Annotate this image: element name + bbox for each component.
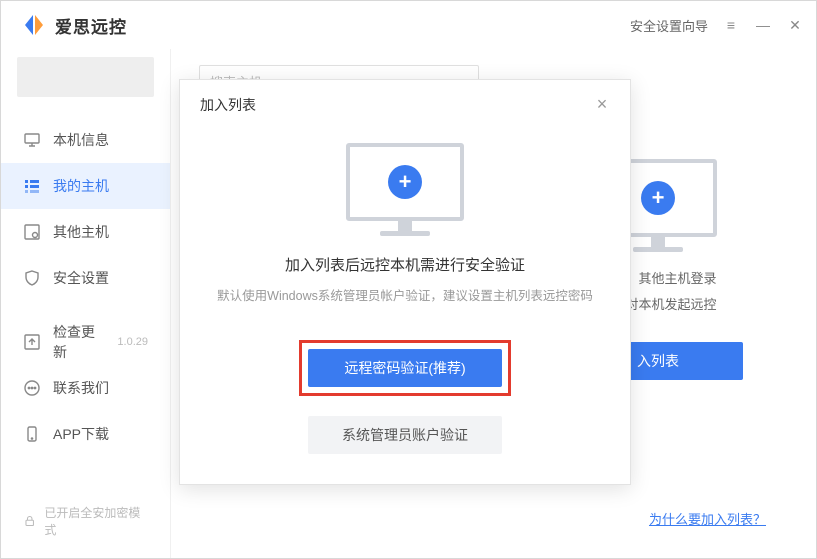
join-list-modal: 加入列表 × + 加入列表后远控本机需进行安全验证 默认使用Windows系统管…	[179, 79, 631, 485]
modal-heading: 加入列表后远控本机需进行安全验证	[210, 254, 600, 275]
phone-icon	[23, 425, 41, 443]
user-block[interactable]	[17, 57, 154, 97]
sidebar-item-local-info[interactable]: 本机信息	[1, 117, 170, 163]
sidebar-item-my-hosts[interactable]: 我的主机	[1, 163, 170, 209]
shield-icon	[23, 269, 41, 287]
system-admin-verify-button[interactable]: 系统管理员账户验证	[308, 416, 502, 454]
list-icon	[23, 177, 41, 195]
sidebar-item-contact[interactable]: 联系我们	[1, 365, 170, 411]
sidebar-item-security[interactable]: 安全设置	[1, 255, 170, 301]
sidebar-item-label: 联系我们	[53, 378, 109, 398]
sidebar-item-other-hosts[interactable]: 其他主机	[1, 209, 170, 255]
brand-text: 爱思远控	[55, 13, 127, 38]
close-button[interactable]: ✕	[786, 17, 804, 34]
grid-icon	[23, 223, 41, 241]
chat-icon	[23, 379, 41, 397]
modal-monitor-graphic: +	[346, 143, 464, 236]
logo-icon	[21, 12, 47, 38]
primary-button-highlight: 远程密码验证(推荐)	[299, 340, 511, 396]
minimize-button[interactable]: —	[754, 17, 772, 33]
encrypt-status: 已开启全安加密模式	[1, 492, 170, 550]
encrypt-label: 已开启全安加密模式	[44, 504, 148, 538]
sidebar-item-label: 我的主机	[53, 176, 109, 196]
version-text: 1.0.29	[117, 336, 148, 348]
sidebar-item-label: 其他主机	[53, 222, 109, 242]
plus-icon: +	[641, 181, 675, 215]
plus-icon: +	[388, 165, 422, 199]
modal-title: 加入列表	[200, 95, 256, 115]
why-join-link[interactable]: 为什么要加入列表？	[649, 509, 766, 528]
sidebar-item-label: 检查更新	[53, 322, 105, 362]
security-wizard-link[interactable]: 安全设置向导	[630, 16, 708, 35]
sidebar-item-app-download[interactable]: APP下载	[1, 411, 170, 457]
brand: 爱思远控	[21, 12, 127, 38]
remote-password-verify-button[interactable]: 远程密码验证(推荐)	[308, 349, 502, 387]
menu-icon[interactable]: ≡	[722, 17, 740, 33]
sidebar-item-label: 安全设置	[53, 268, 109, 288]
monitor-icon	[23, 131, 41, 149]
sidebar-item-check-update[interactable]: 检查更新 1.0.29	[1, 319, 170, 365]
lock-icon	[23, 514, 36, 528]
modal-subtext: 默认使用Windows系统管理员帐户验证，建议设置主机列表远控密码	[210, 285, 600, 304]
sidebar-item-label: APP下载	[53, 424, 109, 444]
modal-close-button[interactable]: ×	[592, 94, 612, 115]
upload-icon	[23, 333, 41, 351]
sidebar-item-label: 本机信息	[53, 130, 109, 150]
sidebar: 本机信息 我的主机 其他主机 安全设置 检查更新 1.0	[1, 49, 171, 558]
